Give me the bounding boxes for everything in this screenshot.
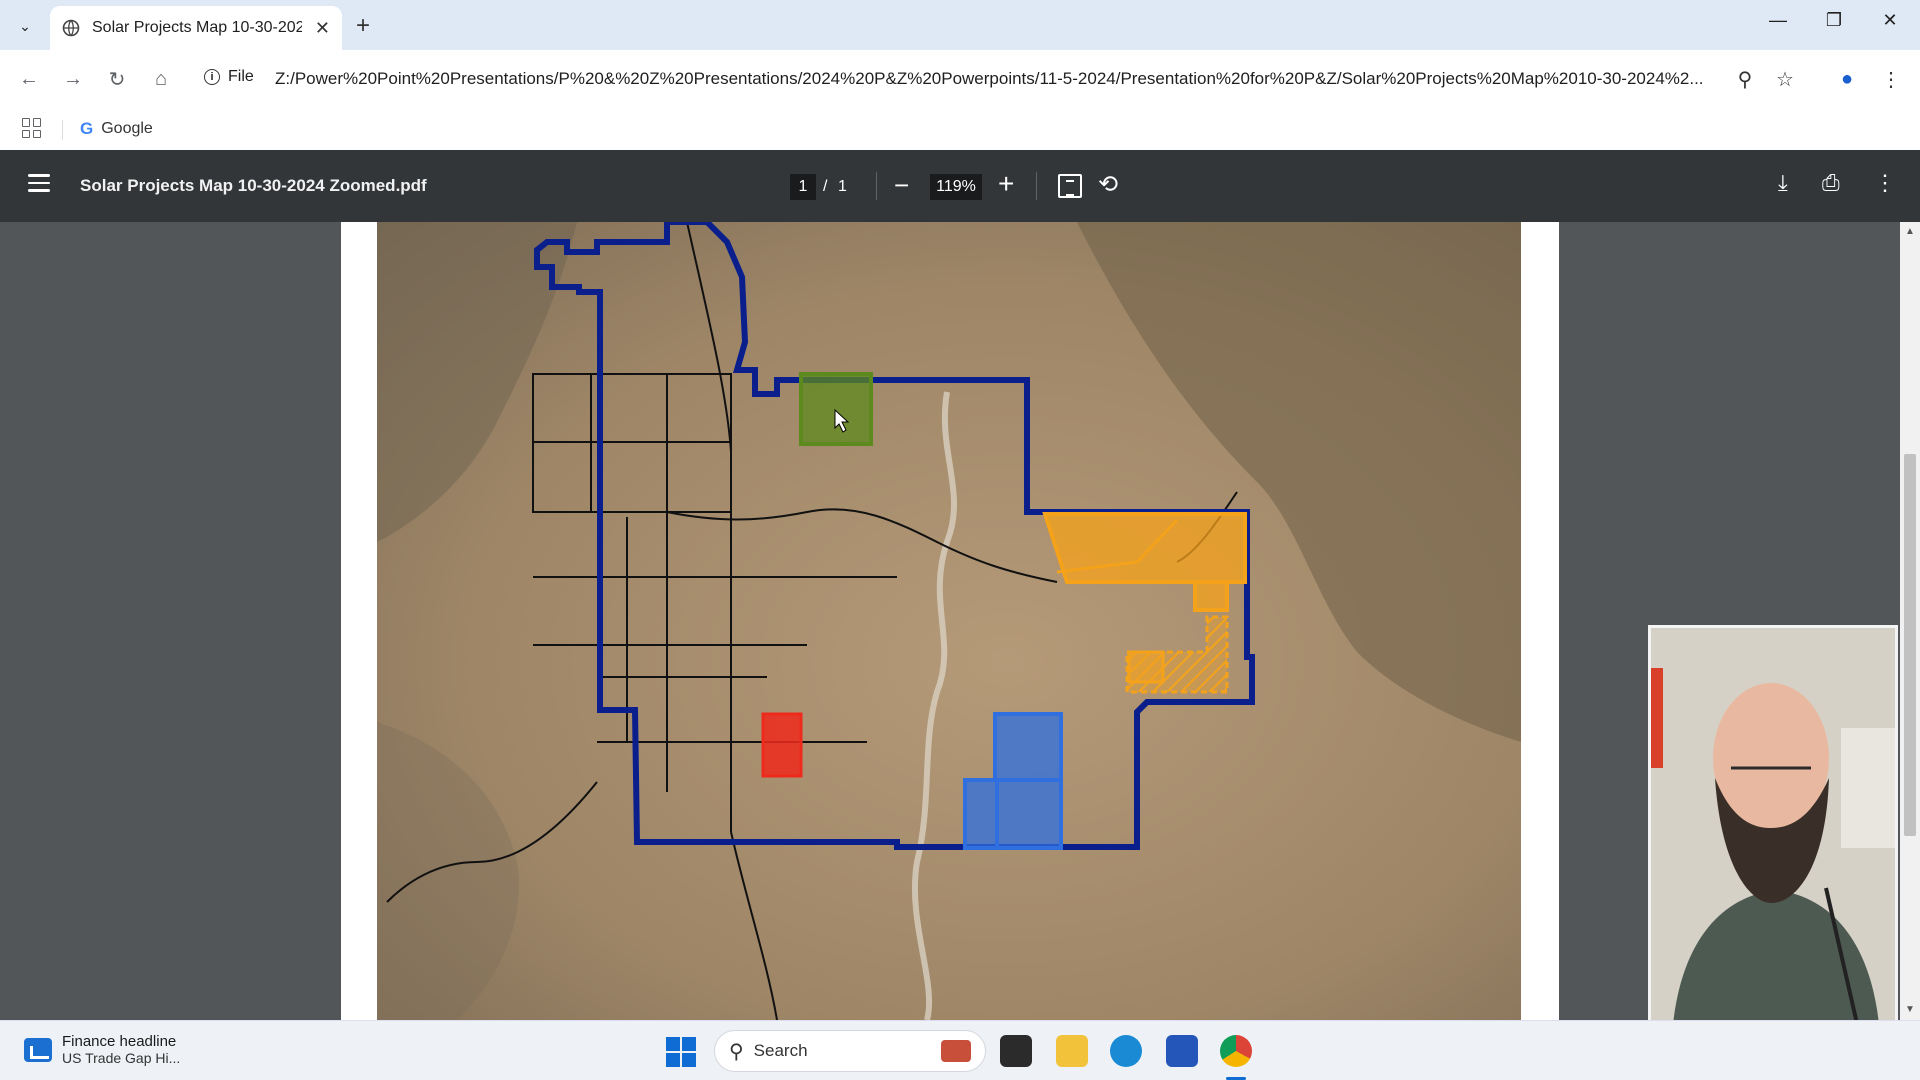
active-tab[interactable]: Solar Projects Map 10-30-2024 ✕ <box>50 6 342 50</box>
bookmark-divider <box>62 120 63 140</box>
blue-parcel <box>993 712 1063 782</box>
file-explorer-icon[interactable] <box>1056 1035 1088 1067</box>
windows-start-icon[interactable] <box>666 1037 696 1067</box>
reload-icon[interactable]: ↻ <box>102 64 132 94</box>
tab-search-button[interactable]: ⌄ <box>12 13 38 39</box>
taskbar: Finance headline US Trade Gap Hi... ⚲ Se… <box>0 1020 1920 1080</box>
restore-icon[interactable]: ❐ <box>1814 10 1854 31</box>
site-info-label: File <box>228 68 254 85</box>
home-icon[interactable]: ⌂ <box>146 64 176 94</box>
taskbar-search[interactable]: ⚲ Search <box>714 1030 986 1072</box>
zoom-in-icon[interactable]: + <box>998 168 1014 200</box>
blue-parcel <box>963 778 999 850</box>
scroll-down-icon[interactable]: ▼ <box>1905 1004 1915 1015</box>
site-info-chip[interactable]: i File <box>204 68 254 86</box>
new-tab-button[interactable]: + <box>356 12 370 40</box>
scroll-thumb[interactable] <box>1904 454 1916 836</box>
pdf-viewer[interactable]: ▲ ▼ <box>0 222 1920 1020</box>
pdf-file-name: Solar Projects Map 10-30-2024 Zoomed.pdf <box>80 176 427 195</box>
forward-icon[interactable]: → <box>58 64 88 94</box>
widget-title: Finance headline <box>62 1033 177 1050</box>
orange-parcel <box>1042 512 1247 584</box>
profile-icon[interactable]: ● <box>1832 64 1862 94</box>
search-icon: ⚲ <box>729 1040 744 1063</box>
vertical-scrollbar[interactable]: ▲ ▼ <box>1900 222 1920 1020</box>
search-placeholder: Search <box>753 1041 808 1060</box>
webcam-overlay <box>1648 625 1898 1060</box>
search-highlight-icon <box>941 1040 971 1062</box>
pdf-page <box>341 222 1559 1020</box>
widget-subtitle: US Trade Gap Hi... <box>62 1050 181 1066</box>
chrome-icon[interactable] <box>1220 1035 1252 1067</box>
chart-widget-icon <box>24 1037 52 1062</box>
orange-parcel <box>1127 650 1165 684</box>
globe-icon <box>62 19 80 37</box>
fit-page-icon[interactable] <box>1058 174 1082 198</box>
rotate-icon[interactable]: ⟲ <box>1098 170 1118 199</box>
tab-title: Solar Projects Map 10-30-2024 <box>92 19 302 36</box>
page-number-input[interactable]: 1 <box>790 174 816 200</box>
apps-grid-icon[interactable] <box>22 118 42 138</box>
close-window-icon[interactable]: ✕ <box>1870 10 1910 31</box>
zoom-out-icon[interactable]: − <box>894 170 909 201</box>
tab-strip: ⌄ Solar Projects Map 10-30-2024 ✕ + — ❐ … <box>0 0 1920 50</box>
zoom-icon[interactable]: ⚲ <box>1730 64 1760 94</box>
zoom-input[interactable]: 119% <box>930 174 982 200</box>
bookmark-google-label: Google <box>101 120 153 137</box>
presenter-video <box>1651 628 1895 1057</box>
blue-parcel <box>995 778 1063 850</box>
address-bar[interactable]: Z:/Power%20Point%20Presentations/P%20&%2… <box>275 69 1720 89</box>
page-total: 1 <box>838 178 847 195</box>
red-parcel <box>761 712 803 778</box>
toolbar-divider <box>1036 172 1037 200</box>
back-icon[interactable]: ← <box>14 64 44 94</box>
more-options-icon[interactable]: ⋮ <box>1874 170 1896 196</box>
address-toolbar: ← → ↻ ⌂ i File Z:/Power%20Point%20Presen… <box>0 50 1920 108</box>
solar-projects-map <box>377 222 1521 1020</box>
green-parcel <box>799 372 873 446</box>
pdf-toolbar: Solar Projects Map 10-30-2024 Zoomed.pdf… <box>0 150 1920 222</box>
download-icon[interactable]: ⤓ <box>1778 170 1788 196</box>
bookmark-star-icon[interactable]: ☆ <box>1770 64 1800 94</box>
hamburger-menu-icon[interactable] <box>28 174 50 197</box>
info-icon: i <box>204 69 220 85</box>
map-image <box>377 222 1521 1020</box>
scroll-up-icon[interactable]: ▲ <box>1905 226 1915 237</box>
google-logo-icon: G <box>80 119 94 138</box>
bookmarks-bar: G Google <box>0 108 1920 150</box>
edge-icon[interactable] <box>1110 1035 1142 1067</box>
news-widget[interactable]: Finance headline US Trade Gap Hi... <box>24 1033 180 1066</box>
page-separator: / <box>823 178 828 195</box>
task-view-icon[interactable] <box>1000 1035 1032 1067</box>
bookmark-google[interactable]: G Google <box>80 119 153 139</box>
store-icon[interactable] <box>1166 1035 1198 1067</box>
toolbar-divider <box>876 172 877 200</box>
browser-menu-icon[interactable]: ⋮ <box>1876 64 1906 94</box>
minimize-icon[interactable]: — <box>1758 10 1798 31</box>
print-icon[interactable]: ⎙ <box>1822 170 1840 196</box>
orange-parcel <box>1193 580 1229 612</box>
close-tab-icon[interactable]: ✕ <box>315 18 330 39</box>
